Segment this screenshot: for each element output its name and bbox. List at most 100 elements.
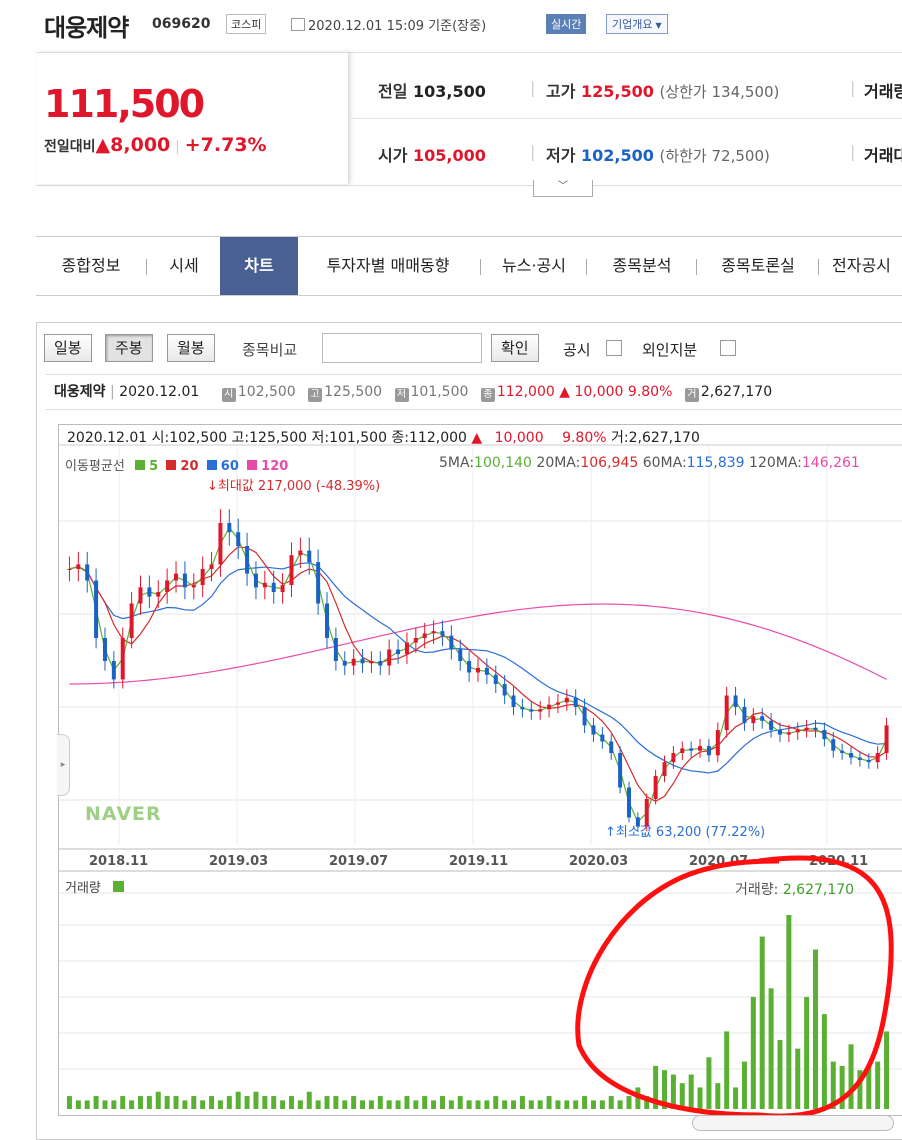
- chevron-down-icon: ﹀: [558, 181, 568, 192]
- candle: [600, 734, 605, 742]
- volume-bar: [422, 1096, 428, 1109]
- volume-bar: [857, 1070, 863, 1109]
- ma-legend: 이동평균선 5 20 60 120: [65, 455, 288, 474]
- tab-analysis[interactable]: 종목분석: [588, 237, 696, 295]
- candle: [236, 532, 241, 546]
- candle: [316, 562, 321, 604]
- up-arrow-icon: ▲: [95, 134, 111, 156]
- tab-divider: [586, 259, 587, 275]
- low-icon: 저: [394, 388, 409, 402]
- ma120-legend: 120: [247, 459, 288, 474]
- realtime-button[interactable]: 실시간: [546, 14, 587, 34]
- candle: [262, 582, 267, 588]
- info-change: 10,000: [574, 384, 624, 400]
- candle: [564, 697, 569, 703]
- info-date: 2020.12.01: [119, 384, 200, 400]
- low-value: 102,500: [581, 146, 654, 165]
- tab-overview[interactable]: 종합정보: [36, 237, 146, 295]
- volume-bar: [804, 996, 810, 1109]
- tab-divider: [480, 259, 481, 275]
- chart-header-pct: 9.80%: [562, 430, 607, 446]
- volume-bar: [244, 1096, 250, 1109]
- candle: [804, 727, 809, 730]
- low-price: 저가 102,500 (하한가 72,500): [546, 142, 770, 166]
- candle: [174, 573, 179, 581]
- volume-bar: [342, 1100, 348, 1109]
- chart-area[interactable]: 2018.11 2019.03 2019.07 2019.11 2020.03 2020.…: [58, 424, 902, 1116]
- weekly-button[interactable]: 주봉: [105, 334, 153, 362]
- volume-bar: [235, 1091, 241, 1109]
- volume-bar: [217, 1100, 223, 1109]
- volume-partial: 거래량: [864, 82, 902, 101]
- tab-price[interactable]: 시세: [148, 237, 220, 295]
- candle: [440, 631, 445, 636]
- volume-bar: [182, 1100, 188, 1109]
- high-price: 고가 125,500 (상한가 134,500): [546, 78, 779, 102]
- volume-bar: [146, 1096, 152, 1109]
- date-text: 2020.12.01 15:09 기준(장중): [308, 19, 487, 34]
- tab-disclosure[interactable]: 전자공시: [832, 237, 902, 295]
- candle: [884, 725, 889, 753]
- volume-bar: [528, 1100, 534, 1109]
- stock-code: 069620: [152, 16, 211, 32]
- tab-investor-trend[interactable]: 투자자별 매매동향: [298, 237, 478, 295]
- min-annotation: ↑최소값 63,200 (77.22%): [605, 821, 765, 840]
- high-label: 고가: [546, 82, 576, 101]
- tab-news[interactable]: 뉴스·공시: [482, 237, 586, 295]
- volume-bar: [173, 1096, 179, 1109]
- high-icon: 고: [308, 388, 323, 402]
- volume-bar: [670, 1074, 676, 1109]
- candlestick-chart[interactable]: 2018.11 2019.03 2019.07 2019.11 2020.03 2020.…: [59, 425, 902, 1115]
- x-tick-label: 2019.03: [209, 854, 268, 869]
- ma-values: 5MA:100,140 20MA:106,945 60MA:115,839 12…: [439, 455, 860, 471]
- disclosure-checkbox[interactable]: [606, 340, 622, 356]
- market-badge: 코스피: [226, 14, 267, 34]
- confirm-button[interactable]: 확인: [491, 334, 539, 362]
- candle: [529, 709, 534, 712]
- open-icon: 시: [221, 388, 236, 402]
- candle: [333, 638, 338, 661]
- compare-label: 종목비교: [242, 341, 298, 359]
- ma20-legend: 20: [166, 459, 199, 474]
- candle: [245, 546, 250, 574]
- volume-bar: [875, 1061, 881, 1109]
- volume-bar: [759, 936, 765, 1109]
- volume-bar: [626, 1096, 632, 1109]
- candle: [573, 697, 578, 707]
- volume-bar: [866, 1065, 872, 1109]
- tab-discussion[interactable]: 종목토론실: [698, 237, 818, 295]
- volume-bar: [662, 1070, 668, 1109]
- volume-bar: [84, 1100, 90, 1109]
- volume-value: 2,627,170: [782, 882, 855, 898]
- volume-bar: [360, 1100, 366, 1109]
- prev-value: 103,500: [413, 82, 486, 101]
- low-label: 저가: [546, 146, 576, 165]
- ma5-value: 100,140: [474, 455, 532, 471]
- volume-bar: [555, 1100, 561, 1109]
- volume-bar: [120, 1096, 126, 1109]
- dropdown-icon: ▼: [655, 21, 662, 30]
- amount-partial: 거래대: [864, 146, 902, 165]
- tab-chart[interactable]: 차트: [220, 237, 298, 295]
- candle: [689, 748, 694, 751]
- candle: [840, 750, 845, 753]
- candle: [866, 759, 871, 763]
- horizontal-scrollbar[interactable]: [692, 1115, 894, 1131]
- candle: [822, 730, 827, 740]
- side-toggle-handle[interactable]: ▸: [57, 734, 70, 796]
- candle: [378, 661, 383, 666]
- expand-button[interactable]: ﹀: [533, 180, 593, 197]
- monthly-button[interactable]: 월봉: [167, 334, 215, 362]
- corp-overview-button[interactable]: 기업개요 ▼: [606, 14, 668, 34]
- compare-input[interactable]: [322, 333, 482, 363]
- foreign-checkbox[interactable]: [720, 340, 736, 356]
- volume-bar: [404, 1096, 410, 1109]
- volume-bar: [111, 1100, 117, 1109]
- tab-divider: [818, 259, 819, 275]
- volume-bar: [448, 1100, 454, 1109]
- volume-bar: [475, 1100, 481, 1109]
- candle: [698, 746, 703, 751]
- volume-bar: [137, 1096, 143, 1109]
- volume-bar: [333, 1096, 339, 1109]
- daily-button[interactable]: 일봉: [44, 334, 92, 362]
